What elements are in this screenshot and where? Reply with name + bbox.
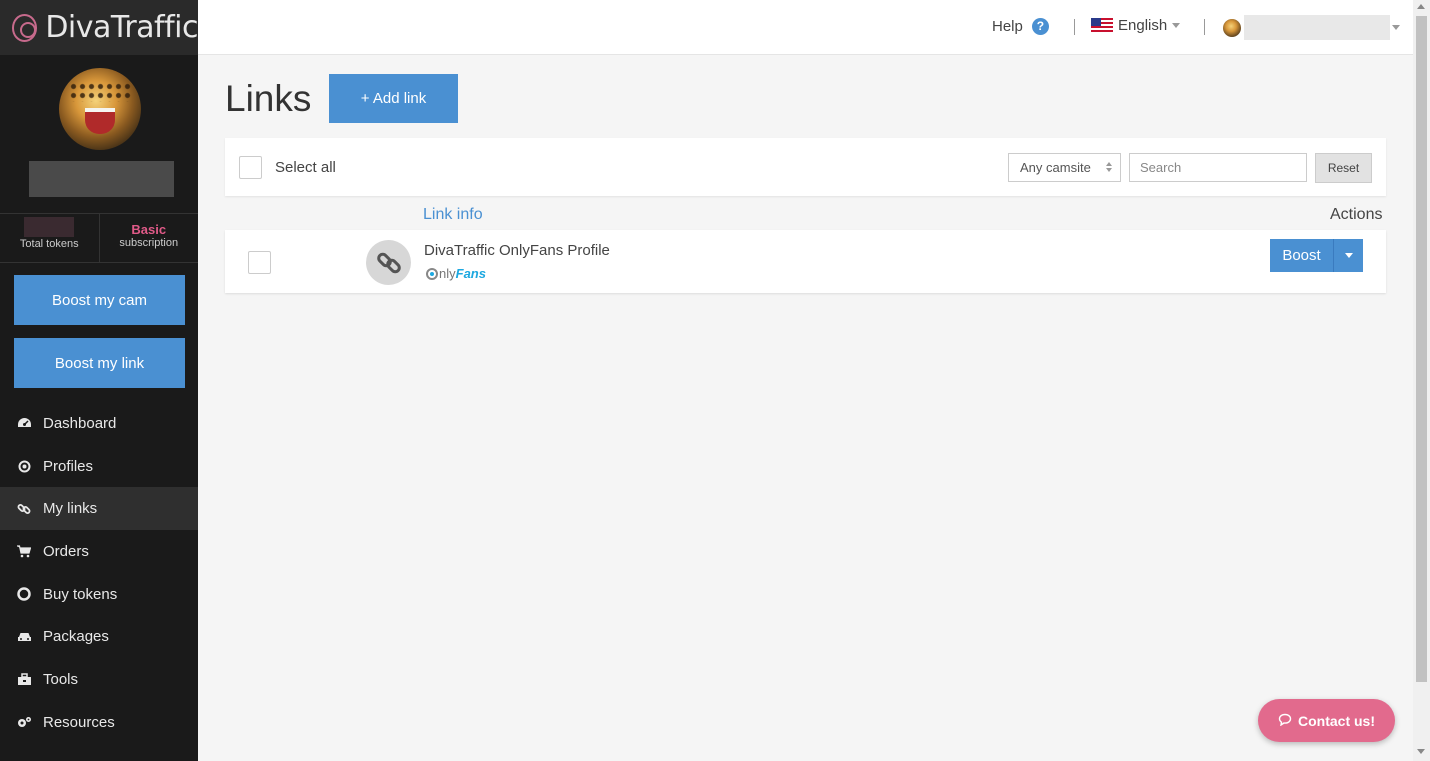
sidebar-item-buy-tokens[interactable]: Buy tokens [0, 573, 198, 616]
sidebar-item-profiles[interactable]: Profiles [0, 445, 198, 488]
question-icon: ? [1031, 18, 1049, 35]
link-icon [366, 240, 411, 285]
car-icon [16, 630, 32, 644]
top-bar: Help ? English [198, 0, 1413, 55]
divider [1204, 19, 1205, 35]
sidebar: DivaTraffic Total tokens Basic subscript… [0, 0, 198, 761]
lifebuoy-icon [16, 587, 32, 601]
column-link-info[interactable]: Link info [423, 206, 483, 224]
profile-block [0, 55, 198, 213]
boost-my-link-button[interactable]: Boost my link [14, 338, 185, 388]
contact-us-label: Contact us! [1298, 712, 1375, 729]
search-input[interactable] [1129, 153, 1307, 182]
sidebar-item-label: Tools [43, 670, 79, 688]
sidebar-item-label: Orders [43, 542, 89, 560]
chevron-down-icon [1172, 23, 1181, 28]
link-icon [16, 502, 32, 516]
sidebar-nav: Dashboard Profiles My links Orders Buy t… [0, 402, 198, 744]
brand-name: DivaTraffic [45, 10, 198, 45]
username-redacted [1244, 15, 1390, 40]
brand-logo[interactable]: DivaTraffic [0, 0, 198, 55]
boost-button[interactable]: Boost [1270, 239, 1333, 272]
sidebar-item-my-links[interactable]: My links [0, 487, 198, 531]
divider [1074, 19, 1075, 35]
user-avatar [1223, 18, 1241, 37]
dashboard-icon [16, 416, 32, 430]
onlyfans-o-icon [426, 267, 438, 280]
page-title: Links [225, 78, 312, 119]
subscription-value: Basic [131, 222, 167, 237]
total-tokens-label: Total tokens [19, 238, 79, 250]
boost-button-group: Boost [1270, 239, 1363, 272]
camsite-select[interactable]: Any camsite [1008, 153, 1121, 182]
select-all-label: Select all [275, 159, 336, 176]
account-stats: Total tokens Basic subscription [0, 213, 198, 263]
filter-bar: Select all Any camsite Reset [225, 138, 1386, 196]
row-checkbox[interactable] [248, 251, 271, 274]
sidebar-item-resources[interactable]: Resources [0, 701, 198, 744]
boost-my-cam-button[interactable]: Boost my cam [14, 275, 185, 325]
sidebar-item-tools[interactable]: Tools [0, 658, 198, 701]
sidebar-item-orders[interactable]: Orders [0, 530, 198, 573]
camsite-value: Any camsite [1020, 160, 1091, 175]
sidebar-item-label: Buy tokens [43, 585, 118, 603]
language-dropdown[interactable]: English [1091, 17, 1181, 34]
scroll-thumb[interactable] [1416, 16, 1427, 682]
subscription[interactable]: Basic subscription [98, 214, 199, 262]
boost-dropdown-toggle[interactable] [1333, 239, 1363, 272]
page-scrollbar[interactable] [1413, 0, 1430, 761]
cart-icon [16, 544, 32, 558]
link-name[interactable]: DivaTraffic OnlyFans Profile [424, 242, 610, 259]
onlyfans-logo-fans: Fans [455, 266, 486, 281]
language-label: English [1118, 17, 1168, 34]
sidebar-item-label: Profiles [43, 457, 94, 475]
chevron-down-icon [1344, 253, 1353, 258]
toolbox-icon [16, 672, 32, 686]
sidebar-item-dashboard[interactable]: Dashboard [0, 402, 198, 445]
chat-bubble-icon [1278, 713, 1292, 729]
chevron-down-icon [1392, 25, 1400, 30]
help-link[interactable]: Help ? [992, 18, 1049, 35]
add-link-button[interactable]: + Add link [329, 74, 458, 123]
column-actions: Actions [1330, 206, 1383, 223]
user-menu[interactable] [1223, 15, 1400, 40]
onlyfans-logo: nly Fans [426, 266, 486, 281]
us-flag-icon [1091, 18, 1113, 33]
total-tokens: Total tokens [0, 214, 99, 262]
target-icon [16, 459, 32, 473]
cogs-icon [16, 715, 32, 729]
help-label: Help [992, 18, 1023, 35]
token-count-redacted [24, 217, 75, 237]
scroll-down-icon[interactable] [1417, 749, 1425, 754]
sidebar-item-label: My links [43, 500, 98, 518]
sidebar-item-label: Packages [43, 628, 109, 646]
username-redacted [29, 161, 174, 197]
subscription-label: subscription [119, 237, 179, 249]
sidebar-item-label: Resources [43, 713, 115, 731]
sidebar-item-label: Dashboard [43, 414, 117, 432]
table-row: DivaTraffic OnlyFans Profile nly Fans Bo… [225, 230, 1386, 293]
divatraffic-logo-icon [12, 13, 38, 42]
avatar[interactable] [59, 68, 141, 150]
reset-button[interactable]: Reset [1315, 153, 1372, 183]
sidebar-item-packages[interactable]: Packages [0, 615, 198, 658]
onlyfans-logo-text: nly [439, 266, 456, 281]
scroll-up-icon[interactable] [1417, 4, 1425, 9]
select-all-checkbox[interactable] [239, 156, 262, 179]
contact-us-button[interactable]: Contact us! [1258, 699, 1395, 742]
